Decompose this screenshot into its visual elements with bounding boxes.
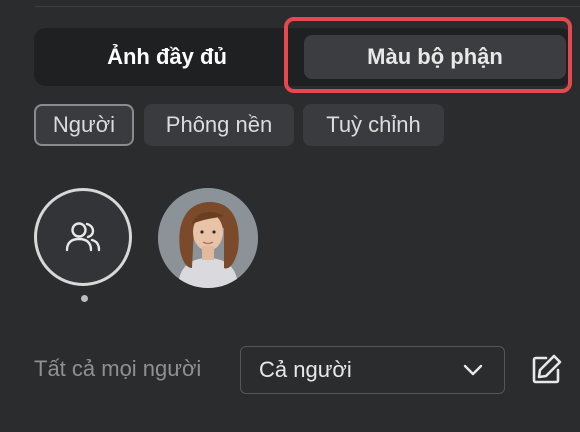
mode-segmented-control: Ảnh đầy đủ Màu bộ phận: [34, 28, 572, 86]
tab-part-color[interactable]: Màu bộ phận: [304, 35, 566, 79]
person-photo: [158, 188, 258, 288]
selected-indicator-dot: [81, 295, 88, 302]
scope-label: Tất cả mọi người: [34, 356, 202, 381]
avatar-all-people[interactable]: [34, 188, 132, 286]
chip-background[interactable]: Phông nền: [144, 104, 294, 146]
edit-icon[interactable]: [528, 352, 564, 388]
people-icon: [65, 222, 101, 252]
avatar-person-photo[interactable]: [158, 188, 258, 288]
chip-person[interactable]: Người: [34, 104, 134, 146]
scope-select-value: Cả người: [259, 357, 352, 382]
scope-select[interactable]: Cả người: [240, 346, 505, 394]
top-divider: [34, 6, 580, 7]
chevron-down-icon: [463, 364, 483, 376]
chip-custom[interactable]: Tuỳ chỉnh: [303, 104, 444, 146]
tab-full-image[interactable]: Ảnh đầy đủ: [40, 35, 294, 79]
